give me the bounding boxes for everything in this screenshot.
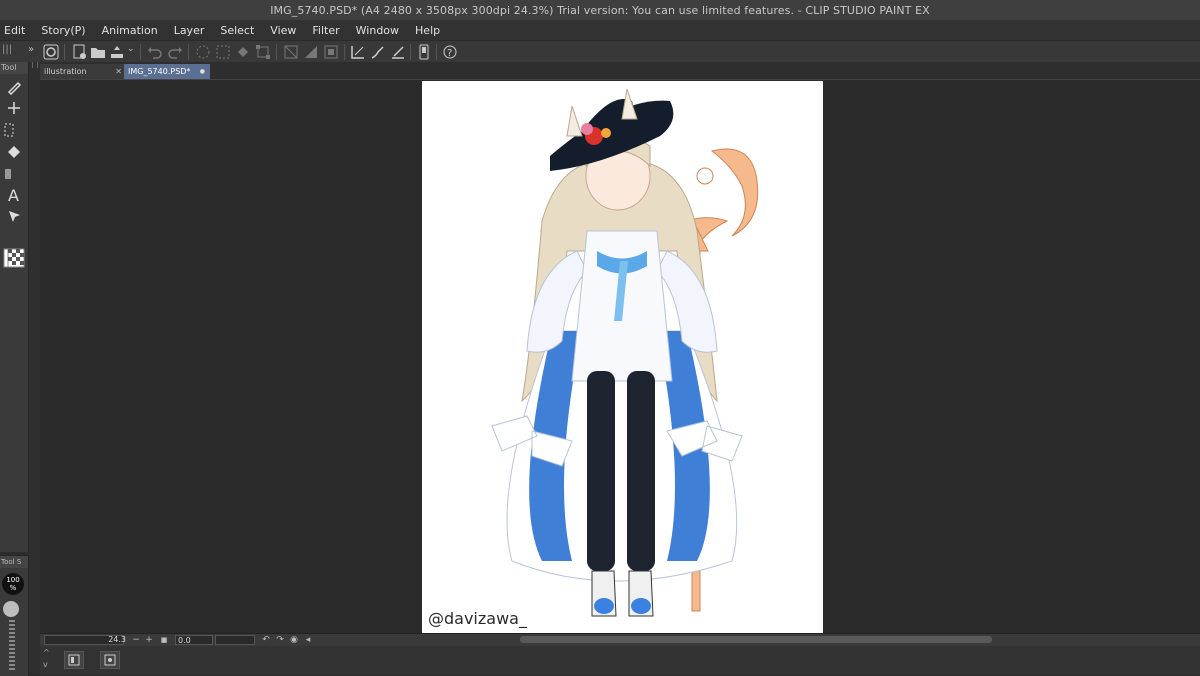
selection-tool-icon[interactable] — [0, 120, 18, 140]
menu-edit[interactable]: Edit — [0, 24, 33, 37]
clear-selection-icon[interactable] — [214, 43, 232, 61]
layout-panel-button[interactable] — [64, 651, 84, 669]
chevron-down-icon[interactable]: ⌄ — [127, 44, 135, 54]
close-icon[interactable]: ✕ — [115, 64, 122, 79]
menu-filter[interactable]: Filter — [304, 24, 347, 37]
chevron-down-icon[interactable]: v — [43, 660, 48, 669]
sub-tool-panel: Tool S 100 % — [0, 555, 29, 676]
tab-illustration[interactable]: illustration ✕ — [40, 64, 126, 79]
rotation-slider[interactable] — [215, 635, 255, 645]
clear-icon[interactable] — [194, 43, 212, 61]
gradient-tool-icon[interactable] — [0, 164, 16, 184]
artist-watermark: @davizawa_ — [428, 609, 527, 628]
rotate-right-icon[interactable]: ↷ — [274, 634, 286, 646]
snap-off-icon[interactable] — [282, 43, 300, 61]
bottom-toolbar: ^ v — [40, 646, 1200, 675]
svg-text:A: A — [8, 186, 19, 204]
menu-bar: Edit Story(P) Animation Layer Select Vie… — [0, 20, 1200, 40]
zoom-out-icon[interactable]: − — [130, 634, 142, 646]
navigation-status-bar: 24.3 − + ■ 0.0 ↶ ↷ ◉ ◂ — [40, 633, 1200, 646]
opacity-indicator[interactable]: 100 % — [2, 573, 24, 595]
modified-dot-icon[interactable]: ● — [200, 64, 205, 79]
canvas-tab-bar: illustration ✕ IMG_5740.PSD* ● — [40, 62, 1200, 80]
fill-icon[interactable] — [234, 43, 252, 61]
flip-icon[interactable]: ◂ — [302, 634, 314, 646]
rotation-value[interactable]: 0.0 — [175, 635, 213, 645]
menu-window[interactable]: Window — [348, 24, 407, 37]
svg-text:?: ? — [447, 48, 452, 59]
fill-tool-icon[interactable] — [3, 142, 25, 162]
redo-icon[interactable] — [166, 43, 184, 61]
menu-view[interactable]: View — [262, 24, 304, 37]
smartphone-icon[interactable] — [415, 43, 433, 61]
character-illustration — [491, 88, 759, 617]
navigator-button[interactable] — [100, 651, 120, 669]
snap-ruler-icon[interactable] — [302, 43, 320, 61]
move-tool-icon[interactable] — [3, 98, 25, 118]
show-ruler-icon[interactable] — [349, 43, 367, 61]
canvas-paper[interactable]: @davizawa_ — [422, 81, 823, 634]
menu-story[interactable]: Story(P) — [33, 24, 93, 37]
transparent-color-icon[interactable] — [5, 248, 27, 268]
rotate-left-icon[interactable]: ↶ — [260, 634, 272, 646]
open-file-icon[interactable] — [89, 43, 107, 61]
zoom-value[interactable]: 24.3 — [102, 634, 126, 646]
menu-help[interactable]: Help — [407, 24, 448, 37]
zoom-in-icon[interactable]: + — [143, 634, 155, 646]
operation-tool-icon[interactable] — [3, 206, 25, 226]
expand-arrows-icon[interactable]: » — [28, 44, 34, 55]
tab-label: IMG_5740.PSD* — [128, 67, 191, 76]
sub-tool-header: Tool S — [0, 556, 28, 568]
text-tool-icon[interactable]: A — [3, 185, 25, 205]
dock-grip-icon — [32, 62, 38, 68]
command-bar: ||| » ⌄ ? — [0, 40, 1200, 64]
brush-size-slider[interactable] — [9, 620, 15, 670]
save-icon[interactable] — [108, 43, 126, 61]
new-file-icon[interactable] — [70, 43, 88, 61]
chevron-up-icon[interactable]: ^ — [43, 648, 50, 657]
help-icon[interactable]: ? — [441, 43, 459, 61]
horizontal-scrollbar[interactable] — [520, 636, 992, 643]
snap-grid-icon[interactable] — [322, 43, 340, 61]
tool-palette-header: Tool — [0, 62, 28, 74]
tab-label: illustration — [44, 67, 87, 76]
pen-tool-icon[interactable] — [3, 77, 25, 97]
menu-layer[interactable]: Layer — [166, 24, 213, 37]
menu-select[interactable]: Select — [212, 24, 262, 37]
transform-icon[interactable] — [254, 43, 272, 61]
window-title-bar: IMG_5740.PSD* (A4 2480 x 3508px 300dpi 2… — [0, 0, 1200, 20]
undo-icon[interactable] — [146, 43, 164, 61]
clip-studio-icon[interactable] — [42, 43, 60, 61]
brush-size-dot[interactable] — [3, 601, 19, 617]
reset-rotation-icon[interactable]: ◉ — [288, 634, 300, 646]
menu-animation[interactable]: Animation — [94, 24, 166, 37]
tab-img-5740[interactable]: IMG_5740.PSD* ● — [124, 64, 210, 79]
correct-line-icon[interactable] — [389, 43, 407, 61]
edit-layer-icon[interactable] — [369, 43, 387, 61]
navigator-icon — [104, 654, 116, 666]
window-title: IMG_5740.PSD* (A4 2480 x 3508px 300dpi 2… — [270, 3, 930, 17]
tool-palette: Tool A — [0, 62, 29, 552]
canvas-area[interactable]: @davizawa_ — [40, 80, 1200, 634]
toolbar-grip-left: ||| — [2, 44, 13, 55]
fit-view-icon[interactable]: ■ — [158, 634, 170, 646]
panel-layout-icon — [68, 654, 80, 666]
